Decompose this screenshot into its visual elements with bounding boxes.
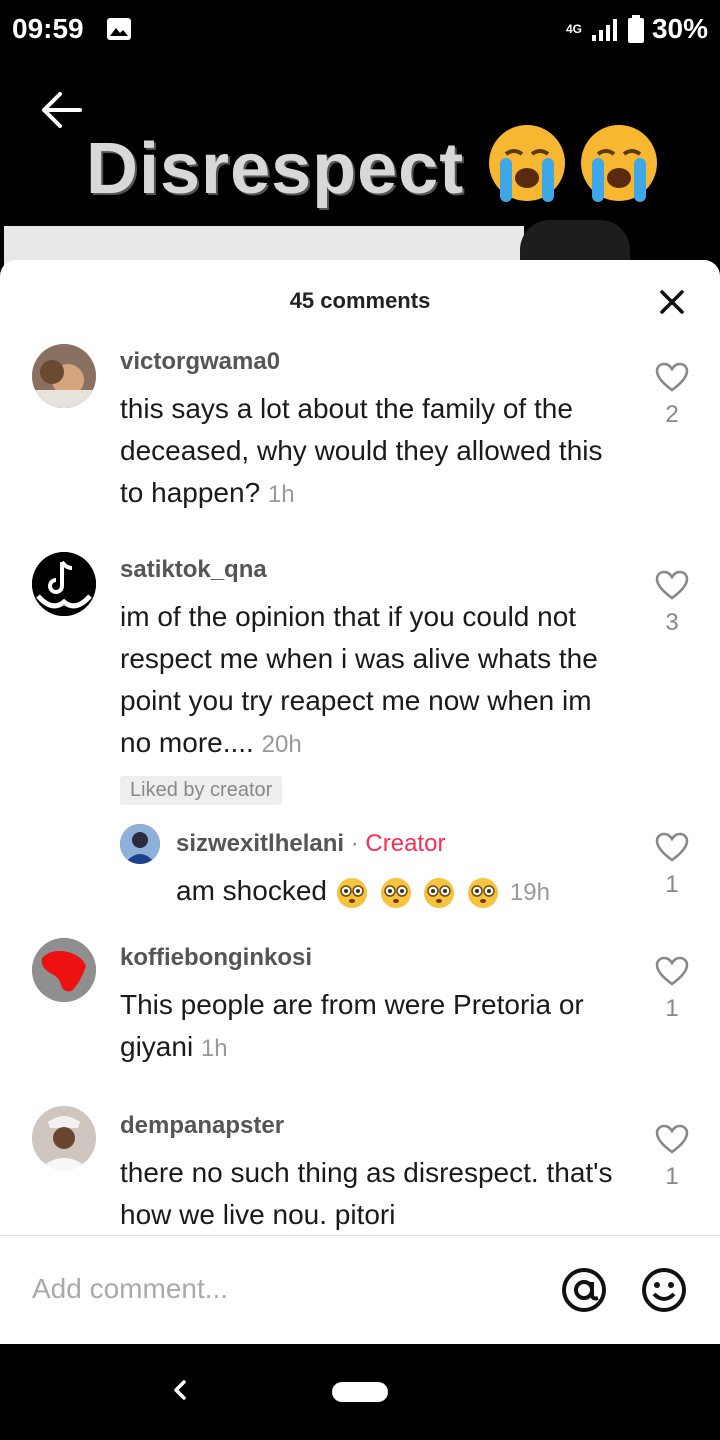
crying-face-icon bbox=[581, 125, 657, 202]
like-count: 1 bbox=[665, 995, 679, 1022]
flushed-emojis bbox=[335, 875, 510, 908]
emoji-smile-icon[interactable] bbox=[640, 1266, 688, 1314]
nav-back-icon[interactable] bbox=[170, 1376, 190, 1404]
video-title: Disrespect bbox=[86, 129, 465, 209]
like-count: 1 bbox=[665, 871, 679, 898]
flushed-face-icon bbox=[380, 877, 411, 908]
comment-username[interactable]: koffiebonginkosi bbox=[120, 944, 312, 972]
comment-timestamp: 19h bbox=[509, 879, 550, 906]
network-type: 4G bbox=[565, 22, 582, 36]
heart-icon[interactable] bbox=[655, 832, 689, 862]
liked-by-creator-badge: Liked by creator bbox=[120, 776, 283, 805]
avatar[interactable] bbox=[32, 938, 96, 1002]
like-button[interactable]: 1 bbox=[652, 1124, 692, 1191]
separator-dot: · bbox=[350, 830, 366, 857]
avatar[interactable] bbox=[32, 552, 96, 616]
like-button[interactable]: 1 bbox=[652, 956, 692, 1023]
nav-home-pill[interactable] bbox=[332, 1382, 388, 1402]
like-count: 2 bbox=[665, 401, 679, 428]
comment-input[interactable]: Add comment... bbox=[32, 1273, 228, 1305]
comment-username[interactable]: dempanapster bbox=[120, 1112, 284, 1140]
comments-sheet: 45 comments victorgwama0 this says a lot… bbox=[0, 260, 720, 1344]
comment-username[interactable]: sizwexitlhelani bbox=[176, 830, 344, 857]
comment-timestamp: 1h bbox=[267, 481, 295, 508]
comment-body: am shocked bbox=[176, 875, 327, 906]
flushed-face-icon bbox=[336, 877, 367, 908]
like-button[interactable]: 2 bbox=[652, 362, 692, 429]
comment-body: This people are from were Pretoria or gi… bbox=[120, 989, 584, 1062]
image-notification-icon bbox=[107, 18, 131, 40]
battery-percent: 30% bbox=[651, 13, 708, 44]
system-nav-bar bbox=[0, 1344, 720, 1440]
crying-emojis bbox=[486, 122, 660, 204]
like-count: 1 bbox=[665, 1163, 679, 1190]
heart-icon[interactable] bbox=[655, 570, 689, 600]
like-button[interactable]: 3 bbox=[652, 570, 692, 637]
like-count: 3 bbox=[665, 609, 679, 636]
comments-count-title: 45 comments bbox=[289, 288, 431, 313]
status-right: 4G 30% bbox=[566, 13, 708, 45]
heart-icon[interactable] bbox=[655, 1124, 689, 1154]
comment-text: am shocked 19h bbox=[176, 870, 616, 914]
status-bar: 09:59 4G 30% bbox=[0, 0, 720, 60]
battery-icon bbox=[627, 15, 644, 43]
comment-body: there no such thing as disrespect. that'… bbox=[120, 1157, 613, 1230]
comment-text: This people are from were Pretoria or gi… bbox=[120, 984, 630, 1070]
video-area[interactable]: Disrespect bbox=[0, 60, 720, 280]
flushed-face-icon bbox=[468, 877, 499, 908]
comment-text: im of the opinion that if you could not … bbox=[120, 596, 630, 766]
crying-face-icon bbox=[489, 125, 565, 202]
heart-icon[interactable] bbox=[655, 362, 689, 392]
flushed-face-icon bbox=[424, 877, 455, 908]
comment-text: this says a lot about the family of the … bbox=[120, 388, 620, 516]
back-arrow-icon[interactable] bbox=[40, 90, 84, 130]
comment-username[interactable]: victorgwama0 bbox=[120, 348, 280, 376]
signal-icon bbox=[591, 19, 617, 41]
creator-tag: Creator bbox=[365, 830, 446, 857]
avatar[interactable] bbox=[32, 1106, 96, 1170]
mention-at-icon[interactable] bbox=[560, 1266, 608, 1314]
comment-body: this says a lot about the family of the … bbox=[120, 393, 603, 508]
like-button[interactable]: 1 bbox=[652, 832, 692, 899]
comment-username[interactable]: satiktok_qna bbox=[120, 556, 267, 584]
comment-body: im of the opinion that if you could not … bbox=[120, 601, 598, 758]
comment-input-bar: Add comment... bbox=[0, 1235, 720, 1344]
reply-username-line: sizwexitlhelani · Creator bbox=[176, 830, 445, 858]
comment-timestamp: 20h bbox=[261, 731, 302, 758]
status-time: 09:59 bbox=[12, 13, 84, 44]
avatar[interactable] bbox=[120, 824, 160, 864]
comment-text: there no such thing as disrespect. that'… bbox=[120, 1152, 620, 1236]
comment-timestamp: 1h bbox=[200, 1035, 228, 1062]
close-icon[interactable] bbox=[656, 286, 688, 318]
heart-icon[interactable] bbox=[655, 956, 689, 986]
avatar[interactable] bbox=[32, 344, 96, 408]
